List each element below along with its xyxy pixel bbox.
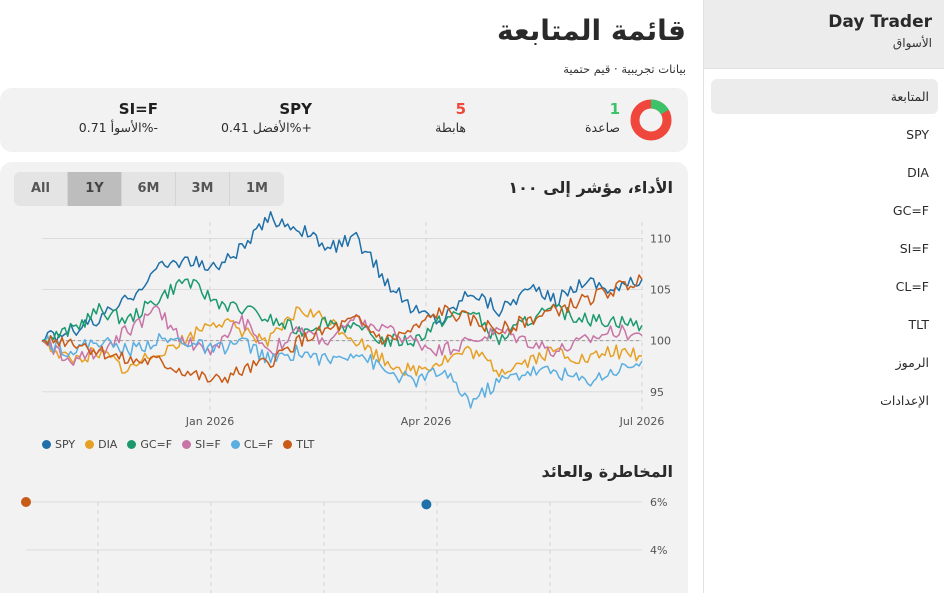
summary-best: SPY الأفضل 0.41%+ (221, 100, 312, 135)
sidebar-item-gold[interactable]: GC=F (711, 193, 938, 228)
legend-swatch (230, 440, 240, 449)
app-title: Day Trader (828, 12, 932, 32)
y-tick-label: 110 (650, 232, 671, 245)
down-label: هابطة (435, 120, 466, 135)
sidebar-item-silver[interactable]: SI=F (711, 231, 938, 266)
risk-return-scatter: 6% 4% (21, 496, 667, 593)
sidebar-nav: المتابعة SPY DIA GC=F SI=F CL=F TLT الرم… (711, 79, 938, 421)
legend-item[interactable]: SI=F (182, 438, 221, 451)
series-line-clf (41, 333, 643, 409)
sidebar-item-watchlist[interactable]: المتابعة (711, 79, 938, 114)
summary-worst: SI=F الأسوأ 0.71%- (79, 100, 158, 135)
scatter-point[interactable] (421, 499, 432, 510)
y-tick-label: 100 (650, 335, 671, 348)
main-content: قائمة المتابعة بيانات تجريبية · قيم حتمي… (0, 0, 688, 593)
page-subtitle: بيانات تجريبية · قيم حتمية (563, 62, 686, 76)
risk-return-card: المخاطرة والعائد 6% 4% (0, 462, 688, 593)
sidebar-item-dia[interactable]: DIA (711, 155, 938, 190)
legend-label: SPY (55, 438, 76, 451)
sidebar-item-symbols[interactable]: الرموز (711, 345, 938, 380)
legend-label: CL=F (243, 438, 274, 451)
scatter-point[interactable] (21, 497, 31, 507)
up-down-donut (630, 99, 672, 141)
summary-card: 1 صاعدة 5 هابطة SPY الأفضل 0.41%+ SI=F ا… (0, 88, 688, 152)
app-subtitle: الأسواق (892, 36, 932, 50)
legend-swatch (283, 440, 293, 449)
page-title: قائمة المتابعة (497, 14, 686, 47)
y-tick-label: 105 (650, 284, 671, 297)
x-tick-label: Apr 2026 (401, 415, 452, 428)
performance-card: الأداء، مؤشر إلى ١٠٠ All 1Y 6M 3M 1M 95 1… (0, 162, 688, 462)
y-tick-label: 4% (650, 544, 667, 557)
x-tick-label: Jan 2026 (185, 415, 234, 428)
best-label: الأفضل 0.41%+ (220, 120, 312, 135)
legend-swatch (42, 440, 51, 449)
summary-down: 5 هابطة (435, 100, 466, 135)
legend-item[interactable]: CL=F (230, 438, 274, 451)
up-count: 1 (609, 100, 620, 118)
legend-item[interactable]: GC=F (127, 438, 172, 451)
worst-symbol: SI=F (118, 100, 158, 118)
brand-header: Day Trader الأسواق (704, 0, 944, 69)
legend-swatch (182, 440, 192, 449)
chart-legend: SPY DIA GC=F SI=F CL=F TLT (42, 438, 314, 451)
x-tick-label: Jul 2026 (619, 415, 665, 428)
legend-label: GC=F (140, 438, 173, 451)
legend-label: DIA (98, 438, 118, 451)
down-count: 5 (455, 100, 466, 118)
best-symbol: SPY (279, 100, 312, 118)
sidebar: Day Trader الأسواق المتابعة SPY DIA GC=F… (703, 0, 944, 593)
y-tick-label: 6% (650, 496, 667, 509)
summary-up: 1 صاعدة (585, 100, 620, 135)
performance-line-chart: 95 100 105 110 Jan 2026 Apr 2026 Jul 2026 (41, 211, 671, 428)
up-label: صاعدة (585, 120, 620, 135)
sidebar-item-oil[interactable]: CL=F (711, 269, 938, 304)
worst-label: الأسوأ 0.71%- (78, 120, 158, 135)
legend-item[interactable]: TLT (283, 438, 314, 451)
y-tick-label: 95 (650, 386, 664, 399)
legend-item[interactable]: DIA (85, 438, 117, 451)
legend-swatch (85, 440, 95, 449)
sidebar-item-settings[interactable]: الإعدادات (711, 383, 938, 418)
legend-label: TLT (296, 438, 315, 451)
legend-item[interactable]: SPY (42, 438, 75, 451)
series-line-sif (41, 304, 643, 366)
sidebar-item-spy[interactable]: SPY (711, 117, 938, 152)
sidebar-item-tlt[interactable]: TLT (711, 307, 938, 342)
legend-label: SI=F (195, 438, 221, 451)
legend-swatch (127, 440, 137, 449)
